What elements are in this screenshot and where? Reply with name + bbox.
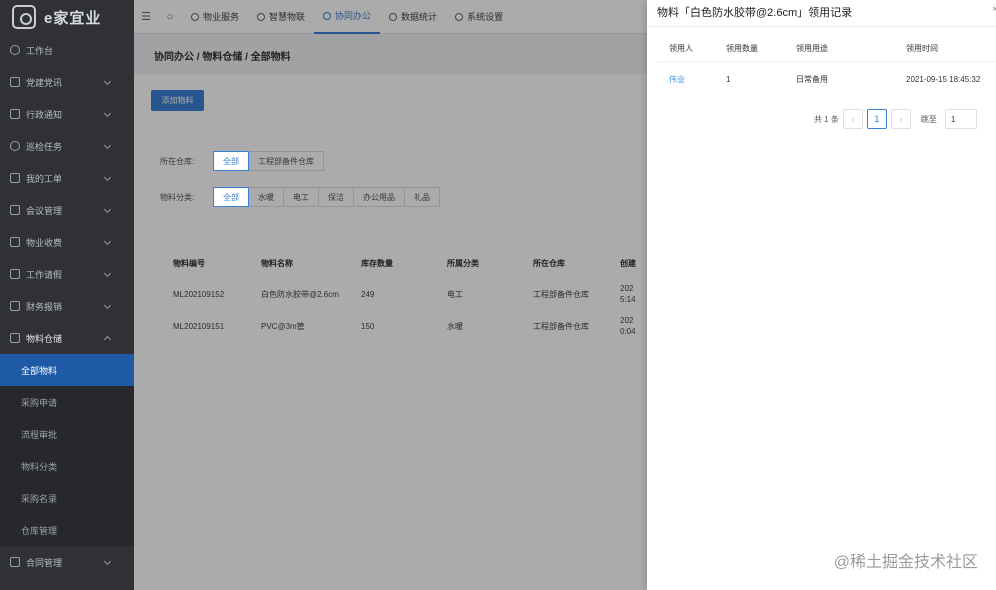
chevron-down-icon (103, 141, 112, 150)
table-row: 伟业 1 日常备用 2021-09-15 18:45:32 (657, 62, 996, 96)
sidebar-subitem-purchase-request[interactable]: 采购申请 (0, 386, 134, 418)
dashboard-icon (10, 45, 20, 55)
sidebar-item-workorder[interactable]: 我的工单 (0, 162, 134, 194)
warehouse-option[interactable]: 全部 (213, 151, 249, 171)
jump-page-input[interactable]: 1 (944, 109, 977, 129)
sidebar-item-label: 合同管理 (26, 557, 63, 568)
sidebar-item-party[interactable]: 党建党讯 (0, 66, 134, 98)
workorder-icon (10, 173, 20, 183)
prev-page-button[interactable]: ‹ (842, 109, 863, 129)
usage-user-link[interactable]: 伟业 (657, 74, 726, 85)
sidebar-item-label: 财务报销 (26, 301, 63, 312)
logo[interactable]: e家宜业 (0, 0, 134, 34)
next-page-button[interactable]: › (890, 109, 911, 129)
sidebar-item-meeting[interactable]: 会议管理 (0, 194, 134, 226)
meeting-icon (10, 205, 20, 215)
sidebar-subitem-catalog[interactable]: 采购名录 (0, 482, 134, 514)
chevron-down-icon (103, 237, 112, 246)
sidebar-subitem-approval[interactable]: 流程审批 (0, 418, 134, 450)
sidebar: e家宜业 工作台 党建党讯 行政通知 巡检任务 我的工单 会议管理 物业收费 工… (0, 0, 134, 590)
sidebar-item-label: 行政通知 (26, 109, 63, 120)
logo-text: e家宜业 (44, 9, 102, 27)
sidebar-item-finance[interactable]: 财务报销 (0, 290, 134, 322)
sidebar-item-label: 物料仓储 (26, 333, 63, 344)
sidebar-item-label: 工作请假 (26, 269, 63, 280)
column-header: 领用用途 (796, 44, 828, 53)
sidebar-item-inspection[interactable]: 巡检任务 (0, 130, 134, 162)
jump-label: 跳至 (920, 114, 937, 124)
watermark: @稀土掘金技术社区 (833, 554, 978, 571)
user-icon (10, 141, 20, 151)
document-icon (10, 109, 20, 119)
pagination-total: 共 1 条 (814, 114, 839, 124)
sidebar-subitem-all-materials[interactable]: 全部物料 (0, 354, 134, 386)
sidebar-item-label: 巡检任务 (26, 141, 63, 152)
usage-purpose: 日常备用 (796, 74, 828, 84)
sidebar-item-materials[interactable]: 物料仓储 (0, 322, 134, 354)
drawer-title: 物料「白色防水胶带@2.6cm」领用记录 (657, 7, 853, 19)
home-icon (10, 333, 20, 343)
sidebar-subitem-warehouse[interactable]: 仓库管理 (0, 514, 134, 546)
logo-icon (12, 5, 36, 29)
chevron-down-icon (103, 205, 112, 214)
column-header: 领用数量 (726, 44, 758, 53)
chevron-down-icon (103, 269, 112, 278)
chevron-down-icon (103, 173, 112, 182)
sidebar-item-label: 物业收费 (26, 237, 63, 248)
finance-icon (10, 301, 20, 311)
sidebar-item-label: 工作台 (26, 45, 54, 56)
sidebar-item-notice[interactable]: 行政通知 (0, 98, 134, 130)
party-icon (10, 77, 20, 87)
usage-table: 领用人 领用数量 领用用途 领用时间 伟业 1 日常备用 2021-09-15 … (657, 36, 996, 96)
sidebar-item-contract[interactable]: 合同管理 (0, 546, 134, 578)
table-header: 领用人 领用数量 领用用途 领用时间 (657, 36, 996, 62)
sidebar-item-leave[interactable]: 工作请假 (0, 258, 134, 290)
contract-icon (10, 557, 20, 567)
sidebar-item-label: 党建党讯 (26, 77, 63, 88)
sidebar-item-fees[interactable]: 物业收费 (0, 226, 134, 258)
sidebar-item-label: 我的工单 (26, 173, 63, 184)
page-number-button[interactable]: 1 (866, 109, 887, 129)
leave-icon (10, 269, 20, 279)
sidebar-item-dashboard[interactable]: 工作台 (0, 34, 134, 66)
chevron-down-icon (103, 301, 112, 310)
chevron-up-icon (103, 335, 112, 344)
usage-time: 2021-09-15 18:45:32 (906, 74, 981, 84)
wallet-icon (10, 237, 20, 247)
chevron-down-icon (103, 109, 112, 118)
usage-record-drawer: 物料「白色防水胶带@2.6cm」领用记录 × 领用人 领用数量 领用用途 领用时… (647, 0, 996, 590)
chevron-down-icon (103, 557, 112, 566)
column-header: 领用时间 (906, 44, 938, 53)
pagination: 共 1 条 ‹ 1 › 跳至 1 (814, 109, 977, 129)
close-icon[interactable]: × (992, 4, 996, 15)
category-option[interactable]: 全部 (213, 187, 249, 207)
usage-qty: 1 (726, 74, 731, 84)
column-header: 领用人 (669, 44, 693, 53)
sidebar-subitem-category[interactable]: 物料分类 (0, 450, 134, 482)
sidebar-item-label: 会议管理 (26, 205, 63, 216)
divider (647, 26, 996, 27)
chevron-down-icon (103, 77, 112, 86)
